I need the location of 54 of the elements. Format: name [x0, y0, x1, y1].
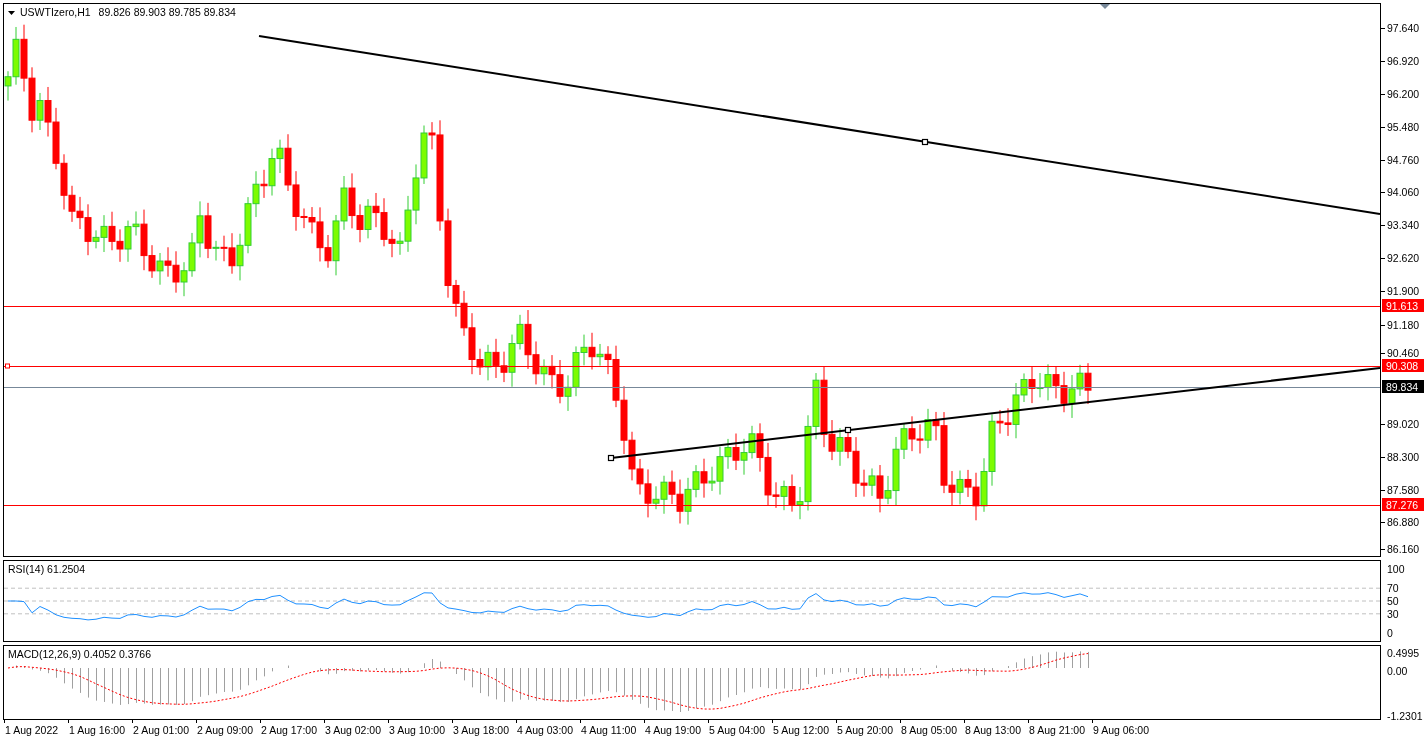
- time-axis-label: 2 Aug 17:00: [261, 724, 318, 736]
- price-axis-label: 97.640: [1387, 22, 1420, 34]
- time-axis-label: 2 Aug 01:00: [133, 724, 190, 736]
- rsi-axis-label: 30: [1387, 607, 1399, 620]
- time-axis-label: 3 Aug 10:00: [389, 724, 446, 736]
- time-axis-label: 1 Aug 16:00: [69, 724, 126, 736]
- price-axis-label: 93.340: [1387, 219, 1420, 231]
- trend-line[interactable]: [258, 35, 1380, 215]
- price-axis-label: 90.460: [1387, 347, 1420, 359]
- macd-title: MACD(12,26,9) 0.4052 0.3766: [8, 648, 151, 660]
- price-tag: 90.308: [1382, 359, 1424, 372]
- price-axis-label: 91.180: [1387, 319, 1420, 331]
- price-axis-label: 92.620: [1387, 252, 1420, 264]
- rsi-axis-label: 70: [1387, 582, 1399, 595]
- time-axis-label: 2 Aug 09:00: [197, 724, 254, 736]
- macd-axis-label: 0.00: [1387, 665, 1408, 677]
- price-axis-label: 89.020: [1387, 418, 1420, 430]
- rsi-title: RSI(14) 61.2504: [8, 563, 86, 575]
- time-axis-label: 8 Aug 21:00: [1029, 724, 1086, 736]
- price-tag: 87.276: [1382, 498, 1424, 511]
- time-axis-label: 8 Aug 13:00: [965, 724, 1022, 736]
- time-axis-label: 9 Aug 06:00: [1093, 724, 1150, 736]
- time-axis-label: 4 Aug 11:00: [581, 724, 637, 736]
- price-axis-label: 94.060: [1387, 186, 1420, 198]
- price-tag: 91.613: [1382, 299, 1424, 312]
- price-axis-label: 87.580: [1387, 484, 1420, 496]
- macd-axis-label: -1.2301: [1387, 710, 1423, 720]
- ohlc-values: 89.826 89.903 89.785 89.834: [98, 6, 236, 18]
- time-axis-label: 4 Aug 19:00: [645, 724, 702, 736]
- price-axis-label: 86.160: [1387, 543, 1420, 555]
- price-axis-label: 95.480: [1387, 121, 1420, 133]
- price-tag: 89.834: [1382, 380, 1424, 393]
- time-axis-label: 3 Aug 18:00: [453, 724, 510, 736]
- time-axis-label: 4 Aug 03:00: [517, 724, 574, 736]
- macd-axis-label: 0.4995: [1387, 647, 1420, 659]
- dropdown-icon[interactable]: [8, 11, 15, 15]
- rsi-axis-label: 50: [1387, 595, 1399, 607]
- time-axis-label: 8 Aug 05:00: [901, 724, 958, 736]
- rsi-axis-label: 0: [1387, 627, 1393, 639]
- price-axis-label: 88.300: [1387, 451, 1420, 463]
- price-axis-label: 96.920: [1387, 55, 1420, 67]
- chart-shift-icon[interactable]: [1100, 4, 1110, 9]
- rsi-axis-label: 100: [1387, 563, 1405, 575]
- time-axis-label: 5 Aug 12:00: [773, 724, 830, 736]
- price-axis-label: 94.760: [1387, 154, 1420, 166]
- time-axis-label: 1 Aug 2022: [5, 724, 59, 736]
- time-axis-label: 3 Aug 02:00: [325, 724, 382, 736]
- time-axis-label: 5 Aug 04:00: [709, 724, 766, 736]
- trend-line[interactable]: [607, 367, 1380, 462]
- chart-symbol: USWTIzero,H1: [20, 6, 91, 18]
- price-axis-label: 91.900: [1387, 285, 1420, 297]
- price-axis-label: 86.880: [1387, 516, 1420, 528]
- time-axis-label: 5 Aug 20:00: [837, 724, 894, 736]
- price-axis-label: 96.200: [1387, 88, 1420, 100]
